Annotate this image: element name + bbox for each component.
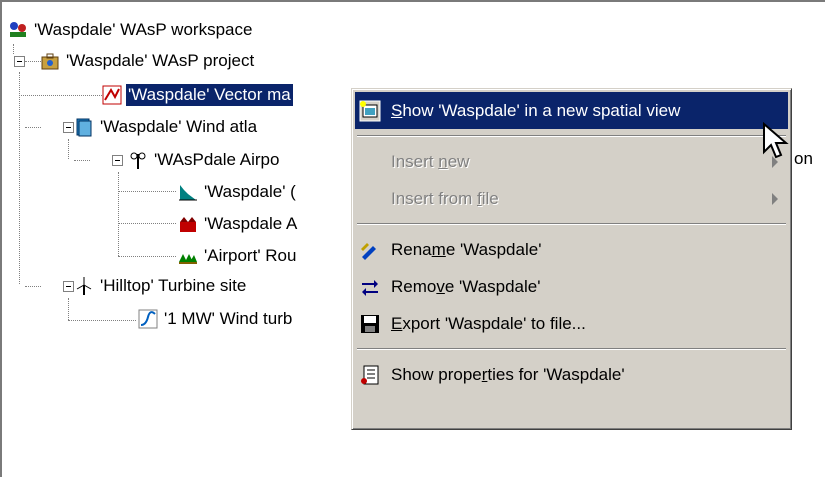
tree-item-workspace[interactable]: 'Waspdale' WAsP workspace: [8, 18, 254, 42]
menu-item-remove[interactable]: Remove 'Waspdale': [355, 268, 788, 305]
menu-separator: [357, 135, 786, 137]
workspace-icon: [8, 20, 28, 40]
tree-line: [19, 95, 102, 96]
vector-map-icon: [102, 85, 122, 105]
rename-pencil-icon: [359, 239, 381, 261]
menu-item-insert-new: Insert new: [355, 143, 788, 180]
tree-item-wind-turbine[interactable]: '1 MW' Wind turb: [138, 307, 294, 331]
menu-item-rename[interactable]: Rename 'Waspdale': [355, 231, 788, 268]
menu-label: Insert new: [391, 151, 470, 171]
mouse-pointer-icon: [763, 122, 789, 159]
menu-item-show-spatial-view[interactable]: Show 'Waspdale' in a new spatial view: [355, 92, 788, 129]
turbine-site-icon: [74, 276, 94, 296]
tree-line: [19, 72, 20, 284]
tree-line: [68, 139, 69, 159]
tree-item-airport-station[interactable]: 'WAsPdale Airpo: [128, 148, 281, 172]
context-menu: Show 'Waspdale' in a new spatial view In…: [351, 88, 792, 430]
tree-line: [118, 191, 176, 192]
tree-item-label: 'WAsPdale Airpo: [154, 150, 280, 169]
tree-item-roughness[interactable]: 'Airport' Rou: [178, 244, 298, 268]
menu-separator: [357, 348, 786, 350]
menu-label: Show properties for 'Waspdale': [391, 364, 625, 384]
collapse-toggle[interactable]: [63, 281, 74, 292]
menu-label: Export 'Waspdale' to file...: [391, 313, 586, 333]
wind-atlas-book-icon: [74, 117, 94, 137]
tree-item-label: 'Waspdale' Vector ma: [126, 84, 293, 106]
menu-item-export[interactable]: Export 'Waspdale' to file...: [355, 305, 788, 342]
tree-line: [13, 44, 14, 54]
menu-label: Rename 'Waspdale': [391, 239, 542, 259]
clipped-text-fragment: on: [794, 149, 813, 168]
tree-item-label: 'Waspdale A: [204, 214, 298, 233]
tree-line: [74, 160, 90, 161]
tree-item-obstacles[interactable]: 'Waspdale A: [178, 212, 299, 236]
tree-line: [25, 61, 41, 62]
submenu-arrow-icon: [772, 193, 778, 205]
menu-item-insert-from-file: Insert from file: [355, 180, 788, 217]
properties-sheet-icon: [359, 364, 381, 386]
collapse-toggle[interactable]: [112, 155, 123, 166]
tree-line: [68, 320, 136, 321]
tree-item-wind-atlas[interactable]: 'Waspdale' Wind atla: [74, 115, 259, 139]
tree-item-project[interactable]: 'Waspdale' WAsP project: [40, 49, 256, 73]
tree-item-vector-map[interactable]: 'Waspdale' Vector ma: [102, 83, 293, 107]
tree-line: [25, 127, 41, 128]
histogram-icon: [178, 182, 198, 202]
menu-label: Remove 'Waspdale': [391, 276, 541, 296]
tree-line: [118, 256, 176, 257]
menu-label: Show 'Waspdale' in a new spatial view: [391, 100, 681, 120]
tree-line: [118, 172, 119, 256]
obstacle-buildings-icon: [178, 214, 198, 234]
tree-line: [118, 223, 176, 224]
collapse-toggle[interactable]: [63, 122, 74, 133]
collapse-toggle[interactable]: [14, 56, 25, 67]
project-briefcase-icon: [40, 51, 60, 71]
menu-label: Insert from file: [391, 188, 499, 208]
tree-item-turbine-site[interactable]: 'Hilltop' Turbine site: [74, 274, 248, 298]
roughness-trees-icon: [178, 246, 198, 266]
menu-separator: [357, 223, 786, 225]
tree-item-histogram[interactable]: 'Waspdale' (: [178, 180, 298, 204]
remove-arrows-icon: [359, 276, 381, 298]
spatial-view-icon: [359, 100, 381, 122]
tree-item-label: 'Waspdale' (: [204, 182, 296, 201]
wind-turbine-curve-icon: [138, 309, 158, 329]
tree-line: [68, 298, 69, 320]
floppy-disk-icon: [359, 313, 381, 335]
tree-item-label: 'Waspdale' WAsP project: [66, 51, 255, 70]
met-station-icon: [128, 150, 148, 170]
tree-line: [25, 286, 41, 287]
tree-item-label: 'Waspdale' WAsP workspace: [34, 20, 253, 39]
tree-item-label: 'Hilltop' Turbine site: [100, 276, 247, 295]
menu-item-show-properties[interactable]: Show properties for 'Waspdale': [355, 356, 788, 393]
tree-item-label: 'Waspdale' Wind atla: [100, 117, 258, 136]
tree-item-label: 'Airport' Rou: [204, 246, 297, 265]
tree-item-label: '1 MW' Wind turb: [164, 309, 293, 328]
